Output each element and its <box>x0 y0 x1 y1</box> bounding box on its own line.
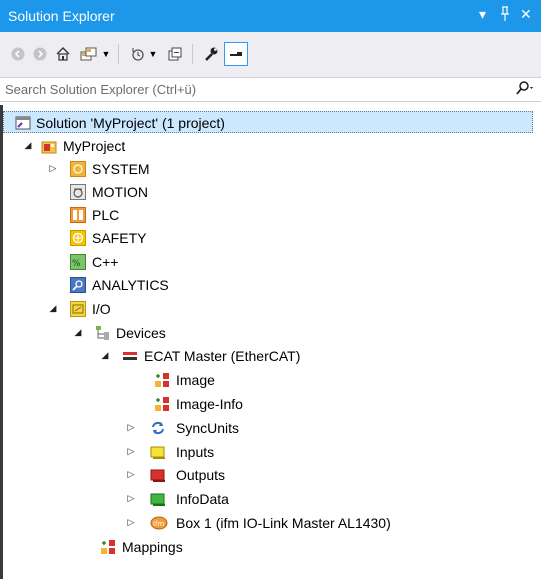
toolbar-separator <box>192 44 193 64</box>
tree-item-solution[interactable]: Solution 'MyProject' (1 project) <box>3 111 533 133</box>
tree-item-safety[interactable]: SAFETY <box>3 227 533 249</box>
ethercat-master-icon <box>122 348 138 364</box>
sync-icon <box>150 420 166 436</box>
close-icon[interactable]: ✕ <box>520 6 532 23</box>
dropdown-icon[interactable]: ▼ <box>148 43 158 65</box>
tree-item-label: InfoData <box>176 491 229 507</box>
dropdown-icon[interactable]: ▼ <box>101 43 111 65</box>
tree-item-io[interactable]: ◢ I/O <box>3 298 533 320</box>
svg-text:%: % <box>72 259 81 269</box>
expand-arrow-icon[interactable]: ▷ <box>126 469 136 481</box>
tree-item-image-info[interactable]: Image-Info <box>3 393 533 415</box>
collapse-arrow-icon[interactable]: ◢ <box>48 303 58 315</box>
toolbar-separator <box>118 44 119 64</box>
tree-item-devices[interactable]: ◢ Devices <box>3 322 533 344</box>
tree-item-label: PLC <box>92 207 120 223</box>
tree-item-cpp[interactable]: % C++ <box>3 251 533 273</box>
collapse-arrow-icon[interactable]: ◢ <box>73 327 83 339</box>
title-bar: Solution Explorer ▾ ✕ <box>0 0 541 32</box>
forward-icon[interactable] <box>31 43 49 65</box>
tree-item-system[interactable]: ▷ SYSTEM <box>3 158 533 180</box>
tree-item-outputs[interactable]: ▷ Outputs <box>3 464 533 486</box>
svg-text:ifm: ifm <box>153 520 164 528</box>
outputs-icon <box>150 467 166 483</box>
tree-item-inputs[interactable]: ▷ Inputs <box>3 441 533 463</box>
image-icon <box>154 372 170 388</box>
devices-icon <box>95 325 111 341</box>
io-icon <box>70 301 86 317</box>
home-icon[interactable] <box>54 43 72 65</box>
collapse-arrow-icon[interactable]: ◢ <box>23 140 33 152</box>
properties-icon[interactable] <box>202 43 220 65</box>
collapse-all-icon[interactable] <box>166 43 184 65</box>
analytics-icon <box>70 277 86 293</box>
tree-item-label: Devices <box>116 325 166 341</box>
cpp-icon: % <box>70 254 86 270</box>
tree-item-label: SAFETY <box>92 230 147 246</box>
tree-item-label: C++ <box>92 254 119 270</box>
inputs-icon <box>150 444 166 460</box>
pin-icon[interactable] <box>499 6 511 22</box>
search-icon[interactable] <box>515 80 537 98</box>
tree-item-label: MOTION <box>92 184 148 200</box>
tree-item-image[interactable]: Image <box>3 369 533 391</box>
solution-tree: Solution 'MyProject' (1 project) ◢ MyPro… <box>0 105 541 579</box>
solution-icon <box>15 115 31 131</box>
tree-item-label: Inputs <box>176 444 215 460</box>
expand-arrow-icon[interactable]: ▷ <box>48 163 58 175</box>
tree-item-label: Image <box>176 372 215 388</box>
expand-arrow-icon[interactable]: ▷ <box>126 446 136 458</box>
tree-item-label: I/O <box>92 301 111 317</box>
preview-icon[interactable] <box>224 42 248 66</box>
tree-item-label: Solution 'MyProject' (1 project) <box>36 115 225 131</box>
tree-item-motion[interactable]: MOTION <box>3 181 533 203</box>
tree-item-label: SYSTEM <box>92 161 150 177</box>
tree-item-label: SyncUnits <box>176 420 240 436</box>
mappings-icon <box>100 539 116 555</box>
plc-icon <box>70 207 86 223</box>
system-icon <box>70 161 86 177</box>
infodata-icon <box>150 491 166 507</box>
tree-item-syncunits[interactable]: ▷ SyncUnits <box>3 417 533 439</box>
tree-item-label: Box 1 (ifm IO-Link Master AL1430) <box>176 515 391 531</box>
back-icon[interactable] <box>9 43 27 65</box>
search-input[interactable]: Search Solution Explorer (Ctrl+ü) <box>5 82 196 97</box>
expand-arrow-icon[interactable]: ▷ <box>126 422 136 434</box>
twincat-project-icon <box>41 138 57 154</box>
expand-arrow-icon[interactable]: ▷ <box>126 493 136 505</box>
expand-arrow-icon[interactable]: ▷ <box>126 517 136 529</box>
collapse-arrow-icon[interactable]: ◢ <box>100 350 110 362</box>
tree-item-label: Image-Info <box>176 396 243 412</box>
tree-item-label: Mappings <box>122 539 183 555</box>
tree-item-label: MyProject <box>63 138 126 154</box>
tree-item-box1[interactable]: ▷ ifm Box 1 (ifm IO-Link Master AL1430) <box>3 512 533 534</box>
tree-item-analytics[interactable]: ANALYTICS <box>3 274 533 296</box>
tree-item-mappings[interactable]: Mappings <box>3 536 533 558</box>
io-link-master-icon: ifm <box>150 515 168 531</box>
motion-icon <box>70 184 86 200</box>
tree-item-infodata[interactable]: ▷ InfoData <box>3 488 533 510</box>
window-position-dropdown-icon[interactable]: ▾ <box>479 6 486 23</box>
pending-changes-filter-icon[interactable] <box>128 43 148 65</box>
image-info-icon <box>154 396 170 412</box>
tree-item-label: ANALYTICS <box>92 277 169 293</box>
switch-views-icon[interactable] <box>78 43 100 65</box>
search-box[interactable]: Search Solution Explorer (Ctrl+ü) <box>0 77 541 102</box>
tree-item-plc[interactable]: PLC <box>3 204 533 226</box>
tree-item-myproject[interactable]: ◢ MyProject <box>3 135 533 157</box>
tree-item-label: ECAT Master (EtherCAT) <box>144 348 301 364</box>
safety-icon <box>70 230 86 246</box>
window-title: Solution Explorer <box>8 8 115 24</box>
tree-item-label: Outputs <box>176 467 226 483</box>
toolbar: ▼ ▼ <box>0 32 541 77</box>
tree-item-ecat-master[interactable]: ◢ ECAT Master (EtherCAT) <box>3 345 533 367</box>
